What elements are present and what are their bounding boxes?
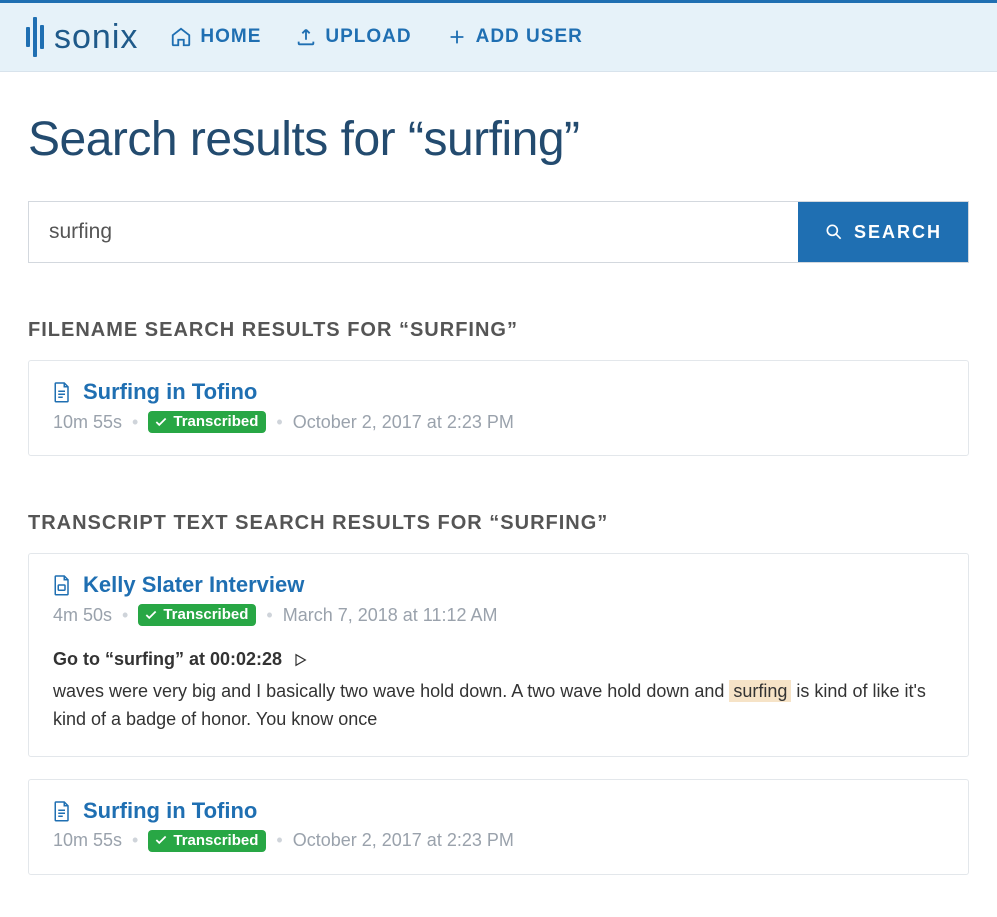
- status-badge: Transcribed: [148, 411, 266, 433]
- transcript-section-heading: TRANSCRIPT TEXT SEARCH RESULTS FOR “SURF…: [28, 512, 969, 535]
- nav-home-label: HOME: [200, 26, 261, 48]
- main-nav: HOME UPLOAD ADD USER: [170, 26, 582, 48]
- result-date: October 2, 2017 at 2:23 PM: [293, 830, 514, 851]
- check-icon: [154, 833, 168, 847]
- status-badge-label: Transcribed: [173, 413, 258, 430]
- result-meta: 10m 55s • Transcribed • October 2, 2017 …: [53, 830, 944, 852]
- nav-add-user-label: ADD USER: [476, 26, 583, 48]
- brand-name: sonix: [54, 18, 138, 57]
- result-meta: 10m 55s • Transcribed • October 2, 2017 …: [53, 411, 944, 433]
- nav-add-user[interactable]: ADD USER: [446, 26, 583, 48]
- search-bar: SEARCH: [28, 201, 969, 263]
- status-badge: Transcribed: [148, 830, 266, 852]
- plus-icon: [446, 26, 468, 48]
- result-title[interactable]: Surfing in Tofino: [83, 379, 257, 405]
- search-button-label: SEARCH: [854, 222, 942, 243]
- status-badge: Transcribed: [138, 604, 256, 626]
- result-title[interactable]: Kelly Slater Interview: [83, 572, 304, 598]
- transcript-result-card[interactable]: Surfing in Tofino 10m 55s • Transcribed …: [28, 779, 969, 875]
- excerpt-text: waves were very big and I basically two …: [53, 678, 944, 734]
- upload-icon: [295, 26, 317, 48]
- play-icon: [292, 652, 308, 668]
- page-title-prefix: Search results for: [28, 113, 408, 166]
- file-icon: [53, 800, 71, 822]
- excerpt-pre: waves were very big and I basically two …: [53, 681, 729, 701]
- file-icon: [53, 381, 71, 403]
- nav-upload-label: UPLOAD: [325, 26, 411, 48]
- page-title: Search results for “surfing”: [28, 112, 969, 167]
- header-bar: sonix HOME UPLOAD ADD USER: [0, 0, 997, 72]
- filename-section-heading: FILENAME SEARCH RESULTS FOR “SURFING”: [28, 319, 969, 342]
- search-button[interactable]: SEARCH: [798, 202, 968, 262]
- home-icon: [170, 26, 192, 48]
- result-duration: 10m 55s: [53, 412, 122, 433]
- brand-logo[interactable]: sonix: [26, 17, 138, 57]
- result-snippet: Go to “surfing” at 00:02:28 waves were v…: [53, 646, 944, 734]
- status-badge-label: Transcribed: [173, 832, 258, 849]
- goto-link[interactable]: Go to “surfing” at 00:02:28: [53, 646, 944, 674]
- status-badge-label: Transcribed: [163, 606, 248, 623]
- filename-result-card[interactable]: Surfing in Tofino 10m 55s • Transcribed …: [28, 360, 969, 456]
- logo-bars-icon: [26, 17, 44, 57]
- search-icon: [824, 222, 844, 242]
- result-duration: 4m 50s: [53, 605, 112, 626]
- result-date: March 7, 2018 at 11:12 AM: [283, 605, 498, 626]
- transcript-result-card[interactable]: Kelly Slater Interview 4m 50s • Transcri…: [28, 553, 969, 757]
- check-icon: [144, 608, 158, 622]
- result-date: October 2, 2017 at 2:23 PM: [293, 412, 514, 433]
- video-file-icon: [53, 574, 71, 596]
- result-meta: 4m 50s • Transcribed • March 7, 2018 at …: [53, 604, 944, 626]
- result-duration: 10m 55s: [53, 830, 122, 851]
- main-content: Search results for “surfing” SEARCH FILE…: [0, 72, 997, 917]
- excerpt-highlight: surfing: [729, 680, 791, 702]
- goto-label: Go to “surfing” at 00:02:28: [53, 646, 282, 674]
- nav-home[interactable]: HOME: [170, 26, 261, 48]
- search-input[interactable]: [29, 202, 798, 262]
- check-icon: [154, 415, 168, 429]
- page-title-query: “surfing”: [408, 113, 580, 166]
- result-title[interactable]: Surfing in Tofino: [83, 798, 257, 824]
- nav-upload[interactable]: UPLOAD: [295, 26, 411, 48]
